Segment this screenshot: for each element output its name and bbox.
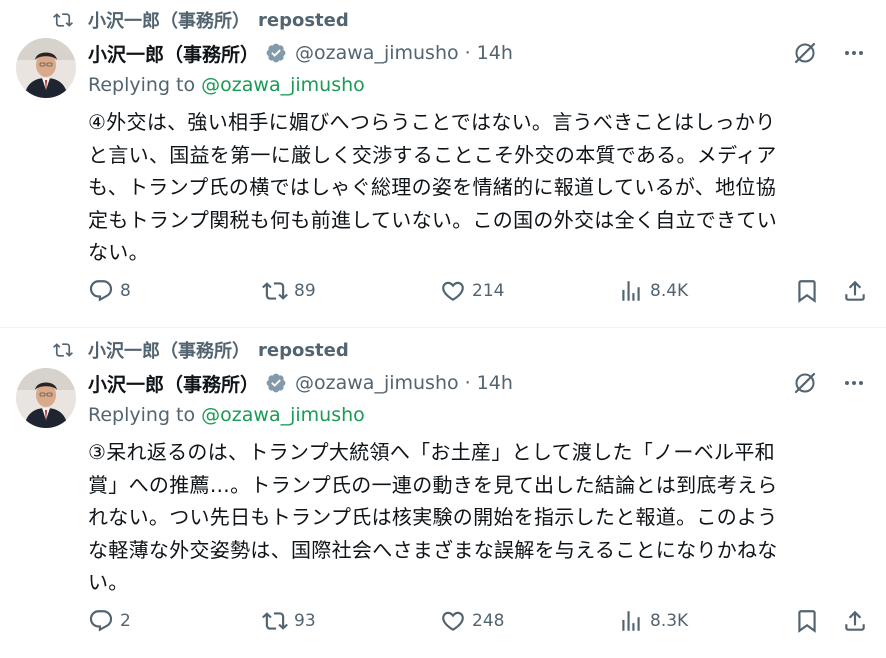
reply-button[interactable]: 8 [88, 276, 131, 306]
heart-icon [442, 281, 464, 301]
bookmark-icon [798, 610, 816, 633]
share-icon [845, 610, 865, 631]
tweet-text-line: 賞」への推薦…。トランプ氏の一連の動きを見て出した結論とは到底考えら [88, 472, 778, 497]
views-button[interactable]: 8.4K [618, 276, 688, 306]
like-count: 214 [472, 281, 505, 301]
views-count: 8.4K [650, 281, 689, 301]
replying-mention[interactable]: @ozawa_jimusho [201, 74, 365, 96]
reply-count: 2 [120, 611, 131, 631]
tweet[interactable]: 小沢一郎（事務所） reposted 小沢一郎（事務所） @ozawa_jimu… [0, 330, 886, 658]
tweet-text: ③呆れ返るのは、トランプ大統領へ「お土産」として渡した「ノーベル平和 賞」への推… [88, 436, 868, 599]
tweet-text-line: と言い、国益を第一に厳しく交渉することこそ外交の本質である。メディア [88, 142, 777, 167]
tweet-text-line: 定もトランプ関税も何も前進していない。この国の外交は全く自立できてい [88, 207, 777, 232]
views-chart-icon [622, 281, 640, 301]
tweet-header-actions [792, 370, 866, 396]
reply-button[interactable]: 2 [88, 606, 131, 636]
repost-count: 93 [294, 611, 316, 631]
reply-icon [89, 610, 113, 632]
author-handle[interactable]: @ozawa_jimusho [295, 372, 459, 394]
repost-indicator: 小沢一郎（事務所） reposted [52, 338, 349, 362]
tweet[interactable]: 小沢一郎（事務所） reposted 小沢一郎（事務所） @ozawa_jimu… [0, 0, 886, 328]
share-icon [845, 280, 865, 301]
avatar[interactable] [16, 368, 76, 428]
author-name[interactable]: 小沢一郎（事務所） [88, 40, 259, 67]
repost-icon [52, 10, 74, 30]
reply-count: 8 [120, 281, 131, 301]
author-name[interactable]: 小沢一郎（事務所） [88, 370, 259, 397]
tweet-actions: 8 89 214 8.4K [88, 276, 878, 306]
replying-label: Replying to [88, 404, 196, 426]
repost-label: reposted [258, 9, 349, 31]
more-options-icon[interactable] [842, 371, 866, 395]
like-button[interactable]: 214 [440, 276, 504, 306]
repost-button[interactable]: 89 [262, 276, 316, 306]
repost-by[interactable]: 小沢一郎（事務所） [88, 337, 250, 363]
verified-badge-icon [265, 372, 287, 394]
like-button[interactable]: 248 [440, 606, 504, 636]
replying-mention[interactable]: @ozawa_jimusho [201, 404, 365, 426]
bookmark-button[interactable] [794, 606, 820, 636]
repost-button[interactable]: 93 [262, 606, 316, 636]
tweet-actions: 2 93 248 8.3K [88, 606, 878, 636]
avatar[interactable] [16, 38, 76, 98]
views-button[interactable]: 8.3K [618, 606, 688, 636]
replying-to: Replying to @ozawa_jimusho [88, 74, 365, 96]
tweet-text-line: も、トランプ氏の横ではしゃぐ総理の姿を情緒的に報道しているが、地位協 [88, 175, 776, 199]
tweet-text-line: な軽薄な外交姿勢は、国際社会へさまざまな誤解を与えることになりかねな [88, 537, 778, 562]
separator-dot: · [464, 372, 471, 394]
repost-icon [52, 340, 74, 360]
reply-icon [89, 280, 113, 302]
more-options-icon[interactable] [842, 41, 866, 65]
bookmark-icon [798, 280, 816, 303]
tweet-header-actions [792, 40, 866, 66]
tweet-text-line: ③呆れ返るのは、トランプ大統領へ「お土産」として渡した「ノーベル平和 [88, 440, 775, 464]
tweet-text-line: ない。 [88, 240, 149, 264]
tweet-text-line: れない。つい先日もトランプ氏は核実験の開始を指示したと報道。このよう [88, 505, 778, 529]
repost-count: 89 [294, 281, 316, 301]
like-count: 248 [472, 611, 505, 631]
repost-icon [262, 612, 288, 630]
tweet-text-line: ④外交は、強い相手に媚びへつらうことではない。言うべきことはしっかり [88, 110, 776, 134]
replying-label: Replying to [88, 74, 196, 96]
grok-icon[interactable] [792, 40, 818, 66]
separator-dot: · [464, 42, 471, 64]
repost-label: reposted [258, 339, 349, 361]
timestamp[interactable]: 14h [477, 372, 513, 394]
tweet-text: ④外交は、強い相手に媚びへつらうことではない。言うべきことはしっかり と言い、国… [88, 106, 868, 269]
replying-to: Replying to @ozawa_jimusho [88, 404, 365, 426]
repost-indicator: 小沢一郎（事務所） reposted [52, 8, 349, 32]
share-button[interactable] [842, 606, 868, 636]
share-button[interactable] [842, 276, 868, 306]
bookmark-button[interactable] [794, 276, 820, 306]
repost-icon [262, 282, 288, 300]
views-count: 8.3K [650, 611, 689, 631]
heart-icon [442, 611, 464, 631]
grok-icon[interactable] [792, 370, 818, 396]
views-chart-icon [622, 611, 640, 631]
repost-by[interactable]: 小沢一郎（事務所） [88, 7, 250, 33]
tweet-header: 小沢一郎（事務所） @ozawa_jimusho · 14h [88, 38, 513, 68]
tweet-text-line: い。 [88, 570, 129, 594]
tweet-header: 小沢一郎（事務所） @ozawa_jimusho · 14h [88, 368, 513, 398]
timestamp[interactable]: 14h [477, 42, 513, 64]
verified-badge-icon [265, 42, 287, 64]
author-handle[interactable]: @ozawa_jimusho [295, 42, 459, 64]
